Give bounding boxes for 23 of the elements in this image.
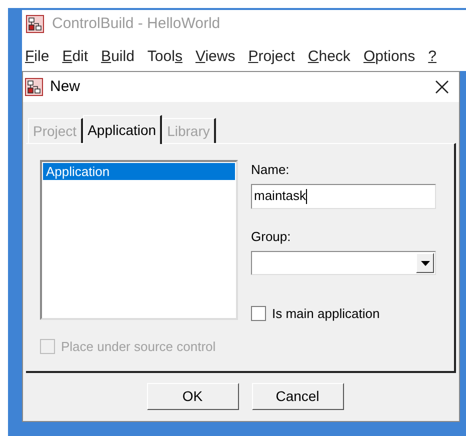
dialog-title: New — [50, 76, 80, 97]
field-label: Group: — [251, 228, 292, 246]
dialog-button[interactable]: OK — [146, 383, 238, 410]
menu-item[interactable]: Check — [308, 46, 350, 69]
menu-item[interactable]: Project — [248, 46, 295, 69]
menu-item[interactable]: Tools — [147, 46, 182, 69]
menu-item[interactable]: ? — [428, 46, 436, 69]
menu-item[interactable]: File — [25, 46, 50, 69]
menu-item[interactable]: Options — [363, 46, 416, 69]
window-title: ControlBuild - HelloWorld — [52, 14, 220, 34]
checkbox[interactable] — [251, 306, 266, 322]
menu-item[interactable]: Edit — [62, 46, 88, 69]
menu-item[interactable]: Build — [101, 46, 134, 69]
app-icon — [26, 15, 44, 33]
name-field[interactable]: maintask — [251, 184, 436, 208]
checkbox-label: Place under source control — [61, 338, 216, 356]
list-item[interactable]: Application — [43, 163, 235, 180]
dialog-button[interactable]: Cancel — [252, 383, 344, 410]
checkbox-label: Is main application — [272, 305, 380, 323]
tab[interactable]: Application — [82, 115, 162, 144]
close-icon[interactable] — [435, 80, 449, 94]
field-label: Name: — [251, 161, 290, 179]
menu-item[interactable]: Views — [195, 46, 236, 69]
